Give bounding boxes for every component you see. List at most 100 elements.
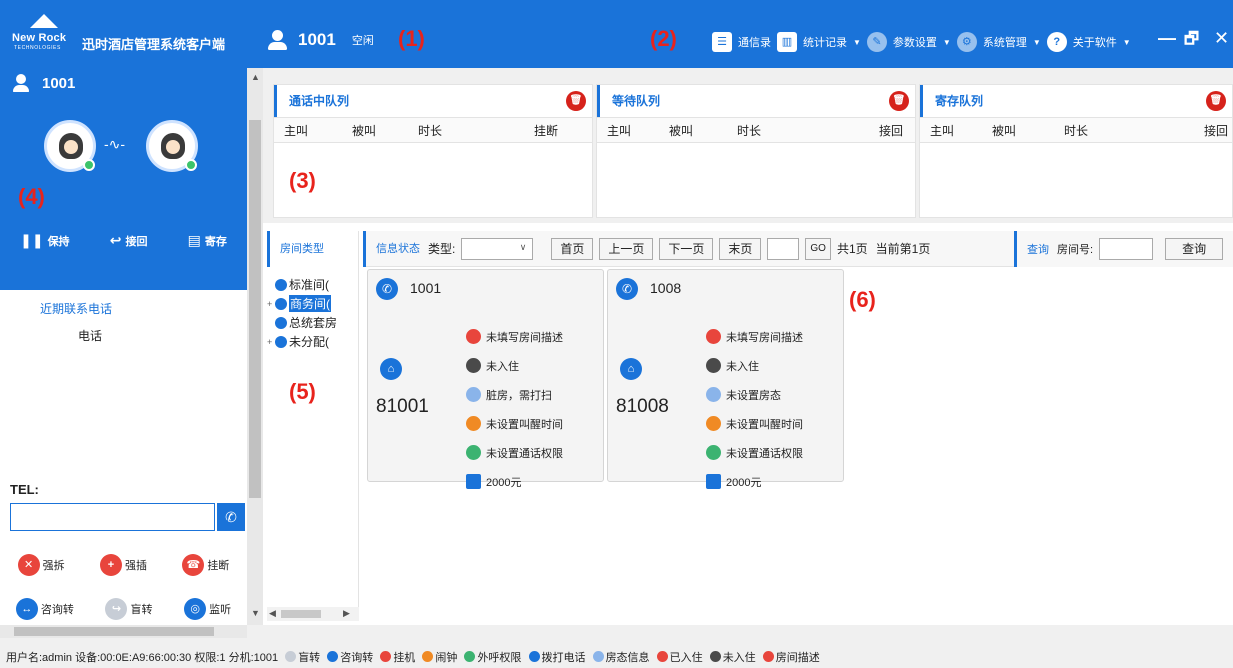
extension-state: 空闲 (351, 35, 374, 47)
expand-icon[interactable]: + (267, 337, 275, 347)
room-attributes: 未填写房间描述 未入住 未设置房态 未设置叫醒时间 未设置通话权限 2000元 (706, 322, 803, 496)
retrieve-button[interactable]: ↩ 接回 (110, 232, 148, 249)
callout-6: (6) (849, 287, 876, 312)
room-type-icon (275, 278, 287, 291)
force-release-button[interactable]: ✕ 强拆 (17, 554, 65, 576)
contacts-icon: ☰ (712, 32, 732, 52)
type-select[interactable] (461, 237, 534, 260)
attr-description[interactable]: 未填写房间描述 (706, 322, 803, 351)
room-status-icon (592, 651, 604, 662)
alarm-icon (706, 416, 721, 431)
dial-button[interactable]: ✆ (217, 503, 245, 531)
scrollbar-thumb[interactable] (249, 120, 261, 498)
logo-subtext: TECHNOLOGIES (14, 45, 61, 51)
room-area: 房间类型 标准间( + 商务间( 总统套房 + 未分配( (5) ◀ ▶ 信息状态 类… (263, 223, 1233, 625)
scrollbar-thumb[interactable] (14, 627, 214, 636)
room-card[interactable]: ✆ 1008 ⌂ 81008 未填写房间描述 未入住 未设置房态 未设置叫醒时间… (607, 269, 844, 489)
menu-settings[interactable]: ✎ 参数设置 ▼ (866, 32, 951, 52)
legend-item: 闹钟 (435, 652, 458, 664)
chevron-down-icon: ▼ (1032, 37, 1041, 47)
next-page-button[interactable]: 下一页 (659, 237, 714, 260)
menu-contacts[interactable]: ☰ 通信录 (712, 32, 771, 52)
clear-queue-icon[interactable]: 🗑 (566, 91, 586, 111)
menu-about[interactable]: ? 关于软件 ▼ (1046, 32, 1131, 52)
attr-description[interactable]: 未填写房间描述 (466, 322, 563, 351)
attr-room-status[interactable]: 未设置房态 (706, 380, 803, 409)
callout-1: (1) (398, 26, 425, 51)
extension-number: 1001 (298, 30, 336, 49)
prev-page-button[interactable]: 上一页 (599, 237, 654, 260)
tree-node-standard[interactable]: 标准间( (267, 275, 358, 294)
phone-icon[interactable]: ✆ (616, 278, 638, 300)
person-icon (266, 30, 290, 50)
page-number-input[interactable] (767, 237, 800, 260)
room-number-input[interactable] (1099, 238, 1154, 260)
close-button[interactable]: ✕ (1214, 28, 1229, 49)
attr-checkin[interactable]: 未入住 (706, 351, 803, 380)
column-header: 接回 (879, 124, 904, 138)
left-panel: 1001 -∿- (4) ❚❚ 保持 ↩ 接回 ▤ 寄存 近期联系电话 电话 TEL:… (0, 68, 247, 625)
chevron-down-icon: ▼ (1122, 37, 1131, 47)
column-header: 时长 (418, 124, 443, 138)
queue-columns: 主叫 被叫 时长 接回 (920, 117, 1232, 143)
clear-queue-icon[interactable]: 🗑 (1206, 91, 1226, 111)
queue-title: 寄存队列 🗑 (920, 85, 1232, 117)
tel-input[interactable] (10, 503, 215, 531)
menu-stats[interactable]: ▥ 统计记录 ▼ (777, 32, 861, 52)
room-card[interactable]: ✆ 1001 ⌂ 81001 未填写房间描述 未入住 脏房，需打扫 未设置叫醒时… (367, 269, 604, 489)
scrollbar-thumb[interactable] (281, 610, 321, 618)
left-vertical-scrollbar[interactable]: ▲ ▼ (247, 68, 263, 625)
scroll-up-icon[interactable]: ▲ (251, 72, 260, 82)
barge-in-button[interactable]: + 强插 (99, 554, 147, 576)
query-link[interactable]: 查询 (1027, 241, 1049, 257)
legend-item: 房态信息 (605, 652, 650, 664)
hangup-button[interactable]: ☎ 挂断 (182, 554, 229, 576)
menu-system[interactable]: ⚙ 系统管理 ▼ (956, 32, 1041, 52)
attr-call-permission[interactable]: 未设置通话权限 (706, 438, 803, 467)
hold-button[interactable]: ❚❚ 保持 (20, 232, 69, 249)
status-bar: 用户名:admin 设备:00:0E:A9:66:00:30 权限:1 分机:1… (0, 648, 1233, 668)
price-icon (706, 474, 721, 489)
park-icon: ▤ (187, 232, 201, 248)
alarm-icon (466, 416, 481, 431)
legend-item: 挂机 (393, 652, 416, 664)
attr-price: 2000元 (706, 467, 803, 496)
room-type-panel: 房间类型 标准间( + 商务间( 总统套房 + 未分配( (5) ◀ ▶ (267, 231, 359, 621)
call-permission-icon (466, 445, 481, 460)
minimize-button[interactable]: — (1158, 28, 1176, 49)
room-type-icon (275, 335, 287, 348)
callout-5: (5) (289, 379, 316, 404)
consult-transfer-button[interactable]: ↔ 咨询转 (15, 598, 74, 620)
first-page-button[interactable]: 首页 (551, 237, 594, 260)
help-icon: ? (1046, 32, 1067, 52)
attr-checkin[interactable]: 未入住 (466, 351, 563, 380)
tree-node-business[interactable]: + 商务间( (267, 294, 358, 313)
card-room-number: 81001 (376, 396, 429, 417)
tree-node-unassigned[interactable]: + 未分配( (267, 332, 358, 351)
blind-transfer-button[interactable]: ↪ 盲转 (105, 598, 152, 620)
left-horizontal-scrollbar[interactable] (0, 625, 247, 638)
clear-queue-icon[interactable]: 🗑 (889, 91, 909, 111)
barge-in-icon: + (99, 554, 122, 576)
expand-icon[interactable]: + (267, 299, 275, 309)
tree-node-suite[interactable]: 总统套房 (267, 313, 358, 332)
attr-room-status[interactable]: 脏房，需打扫 (466, 380, 563, 409)
go-button[interactable]: GO (805, 237, 831, 260)
phone-icon[interactable]: ✆ (376, 278, 398, 300)
attr-call-permission[interactable]: 未设置通话权限 (466, 438, 563, 467)
query-button[interactable]: 查询 (1165, 238, 1224, 260)
legend-item: 未入住 (722, 652, 756, 664)
monitor-button[interactable]: ◎ 监听 (184, 598, 231, 620)
attr-wakeup[interactable]: 未设置叫醒时间 (706, 409, 803, 438)
agent-avatar-right (146, 120, 198, 172)
queue-area: 通话中队列 🗑 主叫 被叫 时长 挂断 等待队列 🗑 主叫 被叫 时长 接回 寄存队… (263, 68, 1233, 223)
scroll-down-icon[interactable]: ▼ (251, 608, 260, 618)
restore-button[interactable]: 🗗 (1184, 28, 1199, 55)
last-page-button[interactable]: 末页 (719, 237, 762, 260)
tree-horizontal-scrollbar[interactable]: ◀ ▶ (267, 607, 359, 621)
column-header: 被叫 (669, 124, 694, 138)
attr-wakeup[interactable]: 未设置叫醒时间 (466, 409, 563, 438)
attr-price: 2000元 (466, 467, 563, 496)
consult-transfer-icon (327, 651, 339, 662)
park-button[interactable]: ▤ 寄存 (188, 232, 227, 249)
